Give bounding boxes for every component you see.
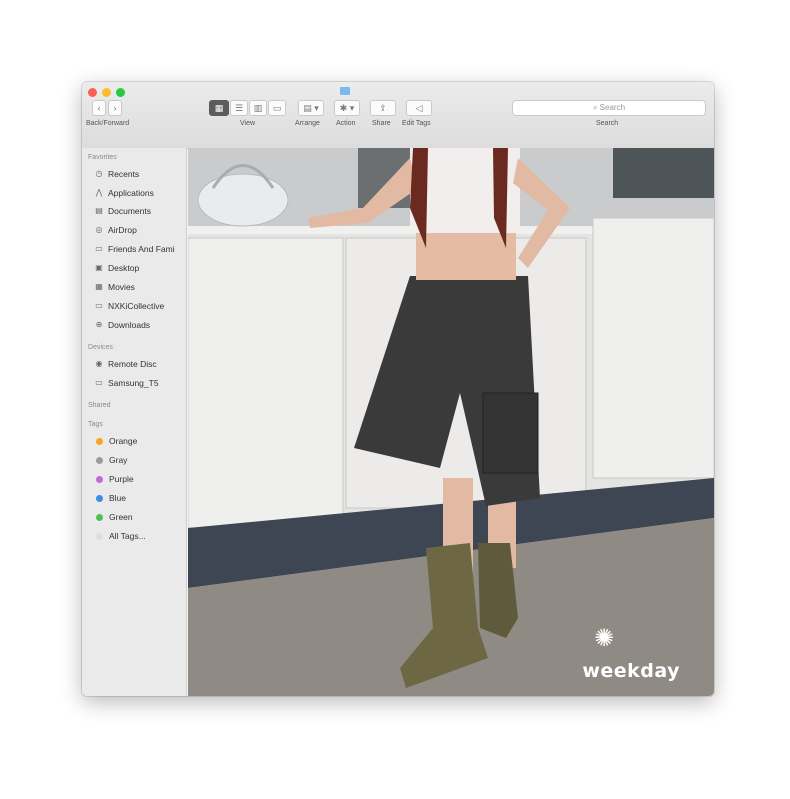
disc-icon: ◉	[95, 359, 103, 368]
sidebar-item-downloads[interactable]: ⊕ Downloads	[94, 318, 150, 332]
downloads-icon: ⊕	[95, 320, 103, 329]
list-view-button[interactable]: ☰	[230, 100, 248, 116]
sidebar-item-friends[interactable]: ▭ Friends And Fami	[94, 242, 175, 256]
action-button[interactable]: ✱ ▾	[334, 100, 360, 116]
tag-dot-icon	[96, 513, 103, 521]
sidebar-item-label: Movies	[108, 282, 135, 292]
airdrop-icon: ◎	[95, 225, 103, 234]
sidebar-item-label: Remote Disc	[108, 359, 157, 369]
sidebar-item-recents[interactable]: ◷ Recents	[94, 167, 140, 181]
sidebar-item-movies[interactable]: ▦ Movies	[94, 280, 135, 294]
minimize-window-button[interactable]	[102, 88, 111, 97]
tag-dot-icon	[96, 437, 103, 445]
documents-icon: ▤	[95, 206, 103, 215]
sidebar-item-label: Samsung_T5	[108, 378, 159, 388]
sidebar-item-label: Recents	[108, 169, 140, 179]
list-icon: ☰	[234, 103, 244, 113]
toolbar: ‹ › Back/Forward ▦ ☰ ▥ ▭ View ▤ ▾ Arrang…	[82, 82, 714, 149]
sidebar-item-label: Downloads	[108, 320, 151, 330]
sidebar-item-label: Desktop	[108, 263, 140, 273]
sidebar-item-nxkicollective[interactable]: ▭ NXKiCollective	[94, 299, 164, 313]
gallery-icon: ▭	[272, 103, 282, 113]
view-label: View	[240, 120, 256, 127]
gear-icon: ✱ ▾	[339, 103, 355, 113]
photo-content: ✺ weekday	[188, 148, 714, 696]
sidebar-item-samsung[interactable]: ▭ Samsung_T5	[94, 376, 159, 390]
sidebar-item-label: Gray	[109, 455, 128, 465]
icon-view-button[interactable]: ▦	[209, 100, 229, 116]
sidebar-item-label: All Tags...	[109, 531, 146, 541]
watermark: weekday	[582, 660, 680, 682]
finder-window: ‹ › Back/Forward ▦ ☰ ▥ ▭ View ▤ ▾ Arrang…	[82, 82, 714, 696]
sidebar-item-documents[interactable]: ▤ Documents	[94, 204, 151, 218]
tag-dot-icon	[96, 456, 103, 464]
sidebar-item-desktop[interactable]: ▣ Desktop	[94, 261, 139, 275]
search-icon: ⌕	[592, 103, 598, 112]
tag-dot-icon	[96, 475, 103, 483]
sidebar-item-label: Blue	[109, 493, 127, 503]
sidebar-item-label: AirDrop	[108, 225, 137, 235]
arrange-label: Arrange	[295, 120, 320, 127]
drive-icon: ▭	[95, 378, 103, 387]
sidebar-item-remote-disc[interactable]: ◉ Remote Disc	[94, 357, 157, 371]
gallery-view-button[interactable]: ▭	[268, 100, 286, 116]
product-photo	[188, 148, 714, 696]
sidebar-tag-blue[interactable]: Blue	[94, 491, 126, 505]
back-button[interactable]: ‹	[92, 100, 106, 116]
tag-dot-icon	[96, 532, 103, 540]
sidebar-item-label: Green	[109, 512, 133, 522]
chevron-right-icon: ›	[113, 103, 117, 113]
sidebar-tag-purple[interactable]: Purple	[94, 472, 134, 486]
sparkle-icon: ✺	[594, 625, 615, 652]
search-placeholder: Search	[599, 103, 626, 112]
tags-header: Tags	[88, 421, 103, 428]
tag-icon: ◁	[415, 103, 423, 113]
sidebar-tag-all[interactable]: All Tags...	[94, 529, 146, 543]
columns-icon: ▥	[253, 103, 263, 113]
folder-icon	[340, 87, 350, 95]
arrange-icon: ▤ ▾	[303, 103, 319, 113]
back-forward-label: Back/Forward	[86, 120, 130, 127]
search-input[interactable]: ⌕ Search	[512, 100, 706, 116]
zoom-window-button[interactable]	[116, 88, 125, 97]
edit-tags-label: Edit Tags	[402, 120, 431, 127]
share-button[interactable]: ⇪	[370, 100, 396, 116]
sidebar-item-applications[interactable]: ⋀ Applications	[94, 186, 154, 200]
sidebar: Favorites ◷ Recents ⋀ Applications ▤ Docume…	[82, 148, 187, 696]
desktop-icon: ▣	[95, 263, 103, 272]
grid-icon: ▦	[214, 103, 224, 113]
sidebar-item-airdrop[interactable]: ◎ AirDrop	[94, 223, 137, 237]
movies-icon: ▦	[95, 282, 103, 291]
folder-icon: ▭	[95, 301, 103, 310]
sidebar-item-label: Orange	[109, 436, 138, 446]
applications-icon: ⋀	[95, 188, 103, 197]
favorites-header: Favorites	[88, 154, 117, 161]
close-window-button[interactable]	[88, 88, 97, 97]
share-label: Share	[372, 120, 391, 127]
action-label: Action	[336, 120, 356, 127]
forward-button[interactable]: ›	[108, 100, 122, 116]
sidebar-tag-orange[interactable]: Orange	[94, 434, 137, 448]
chevron-left-icon: ‹	[97, 103, 101, 113]
sidebar-item-label: Friends And Fami	[108, 244, 175, 254]
edit-tags-button[interactable]: ◁	[406, 100, 432, 116]
sidebar-item-label: Documents	[108, 206, 151, 216]
share-icon: ⇪	[379, 103, 387, 113]
arrange-button[interactable]: ▤ ▾	[298, 100, 324, 116]
tag-dot-icon	[96, 494, 103, 502]
sidebar-tag-green[interactable]: Green	[94, 510, 133, 524]
devices-header: Devices	[88, 344, 113, 351]
sidebar-tag-gray[interactable]: Gray	[94, 453, 127, 467]
sidebar-item-label: Applications	[108, 188, 154, 198]
shared-header: Shared	[88, 402, 111, 409]
folder-icon: ▭	[95, 244, 103, 253]
column-view-button[interactable]: ▥	[249, 100, 267, 116]
sidebar-item-label: Purple	[109, 474, 134, 484]
search-label: Search	[596, 120, 619, 127]
clock-icon: ◷	[95, 169, 103, 178]
sidebar-item-label: NXKiCollective	[108, 301, 165, 311]
